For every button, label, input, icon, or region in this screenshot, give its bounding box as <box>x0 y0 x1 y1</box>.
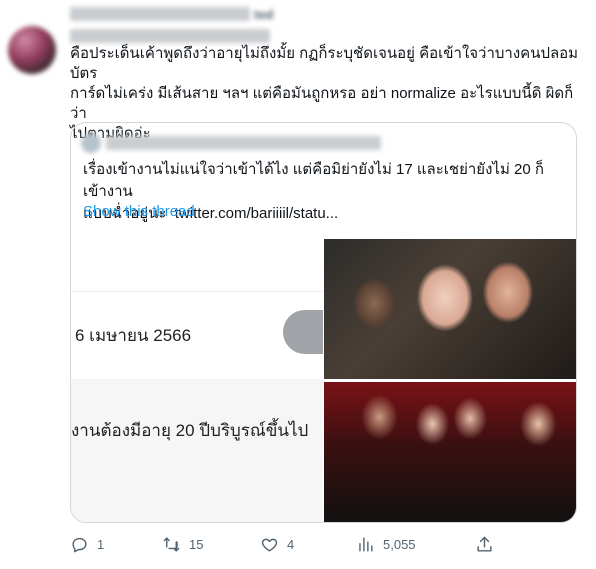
reply-count: 1 <box>97 536 105 552</box>
screenshot-top-panel <box>71 239 323 291</box>
like-icon <box>261 538 278 552</box>
screenshot-rule-panel: งานต้องมีอายุ 20 ปีบริบูรณ์ขึ้นไป <box>71 379 323 522</box>
retweet-icon <box>163 536 180 552</box>
redacted-display-name[interactable] <box>70 29 270 43</box>
screenshot-image[interactable]: 6 เมษายน 2566 งานต้องมีอายุ 20 ปีบริบูรณ… <box>71 239 323 522</box>
share-icon <box>477 536 492 552</box>
redacted-username <box>70 7 250 21</box>
event-date-text: 6 เมษายน 2566 <box>75 326 192 345</box>
retweet-header-text: ted <box>254 6 274 22</box>
toggle-shape <box>283 310 323 354</box>
views-count: 5,055 <box>383 536 416 552</box>
retweet-button[interactable]: 15 <box>162 532 203 556</box>
like-button[interactable]: 4 <box>260 532 294 556</box>
age-rule-text: งานต้องมีอายุ 20 ปีบริบูรณ์ขึ้นไป <box>71 421 309 440</box>
author-row <box>70 28 270 44</box>
retweet-header: ted <box>70 4 274 24</box>
avatar[interactable] <box>8 26 56 74</box>
show-thread-link[interactable]: Show this thread <box>83 203 195 220</box>
like-count: 4 <box>287 536 295 552</box>
quoted-author[interactable] <box>81 133 381 153</box>
views-button[interactable]: 5,055 <box>356 532 416 556</box>
reply-button[interactable]: 1 <box>70 532 104 556</box>
tweet-actions: 1 15 4 5,055 <box>70 532 500 556</box>
party-photo-2[interactable] <box>324 382 576 522</box>
quoted-tweet[interactable]: เรื่องเข้างานไม่แน่ใจว่าเข้าได้ไง แต่คือ… <box>70 122 577 523</box>
retweet-count: 15 <box>189 536 204 552</box>
views-icon <box>359 536 373 552</box>
quoted-avatar <box>81 133 101 153</box>
party-photo-1[interactable] <box>324 239 576 379</box>
share-button[interactable] <box>475 532 494 556</box>
reply-icon <box>72 537 87 552</box>
redacted-quoted-name <box>106 136 381 150</box>
screenshot-date-panel: 6 เมษายน 2566 <box>71 291 323 380</box>
